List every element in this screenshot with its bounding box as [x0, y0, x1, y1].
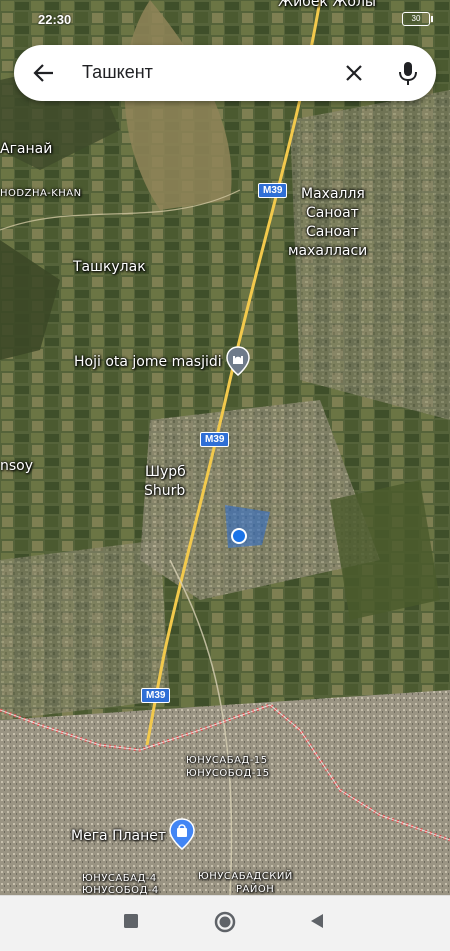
map-label-mahallasi: махалласи [288, 243, 368, 259]
mic-icon[interactable] [394, 59, 422, 87]
status-bar: 22:30 30 [0, 0, 450, 30]
map-label-sanoat-2: Саноат [306, 224, 359, 240]
map-label-shurb-latin: Shurb [144, 483, 186, 499]
circle-home-icon[interactable] [214, 911, 236, 938]
highway-shield-m39: M39 [200, 432, 230, 447]
status-time: 22:30 [38, 12, 72, 27]
map-label-yunusabad-district: ЮНУСАБАДСКИЙ [198, 871, 293, 882]
map-label-yunusobod-15: ЮНУСОБОД-15 [186, 768, 270, 779]
map-label-tashkulak: Ташкулак [73, 259, 146, 275]
map-label-aganai: Аганай [0, 141, 53, 157]
map-label-mega-planet[interactable]: Мега Планет [71, 828, 166, 844]
mosque-pin-icon[interactable] [226, 346, 250, 376]
map-label-sanoat-1: Саноат [306, 205, 359, 221]
search-input[interactable]: Ташкент [82, 62, 153, 83]
highway-shield-m39: M39 [258, 183, 288, 198]
map-label-hoji-ota-jome-masjidi[interactable]: Hoji ota jome masjidi [74, 354, 222, 370]
shopping-pin-icon[interactable] [169, 818, 195, 850]
search-bar[interactable]: Ташкент [14, 45, 436, 101]
map-label-yunusabad-15: ЮНУСАБАД-15 [186, 755, 268, 766]
triangle-back-icon[interactable] [309, 913, 325, 934]
close-icon[interactable] [340, 59, 368, 87]
arrow-left-icon[interactable] [30, 59, 58, 87]
current-location-dot-icon[interactable] [230, 527, 248, 545]
map-label-mahallya: Махалля [301, 186, 365, 202]
map-label-shurb-cyrillic: Шурб [145, 464, 186, 480]
satellite-map[interactable]: Жибек Жолы Аганай HODZHA-KHAN Махалля Са… [0, 0, 450, 895]
map-label-ansoy: nsoy [0, 458, 34, 474]
system-nav-bar [0, 895, 450, 951]
map-label-yunusobod-4: ЮНУСОБОД-4 [82, 885, 159, 895]
highway-shield-m39: M39 [141, 688, 171, 703]
map-label-yunusabad-4: ЮНУСАБАД-4 [82, 873, 157, 884]
square-recents-icon[interactable] [123, 913, 139, 934]
battery-icon: 30 [402, 12, 433, 26]
map-label-rayon: РАЙОН [236, 884, 275, 895]
map-label-hodzha-khan: HODZHA-KHAN [0, 188, 82, 199]
